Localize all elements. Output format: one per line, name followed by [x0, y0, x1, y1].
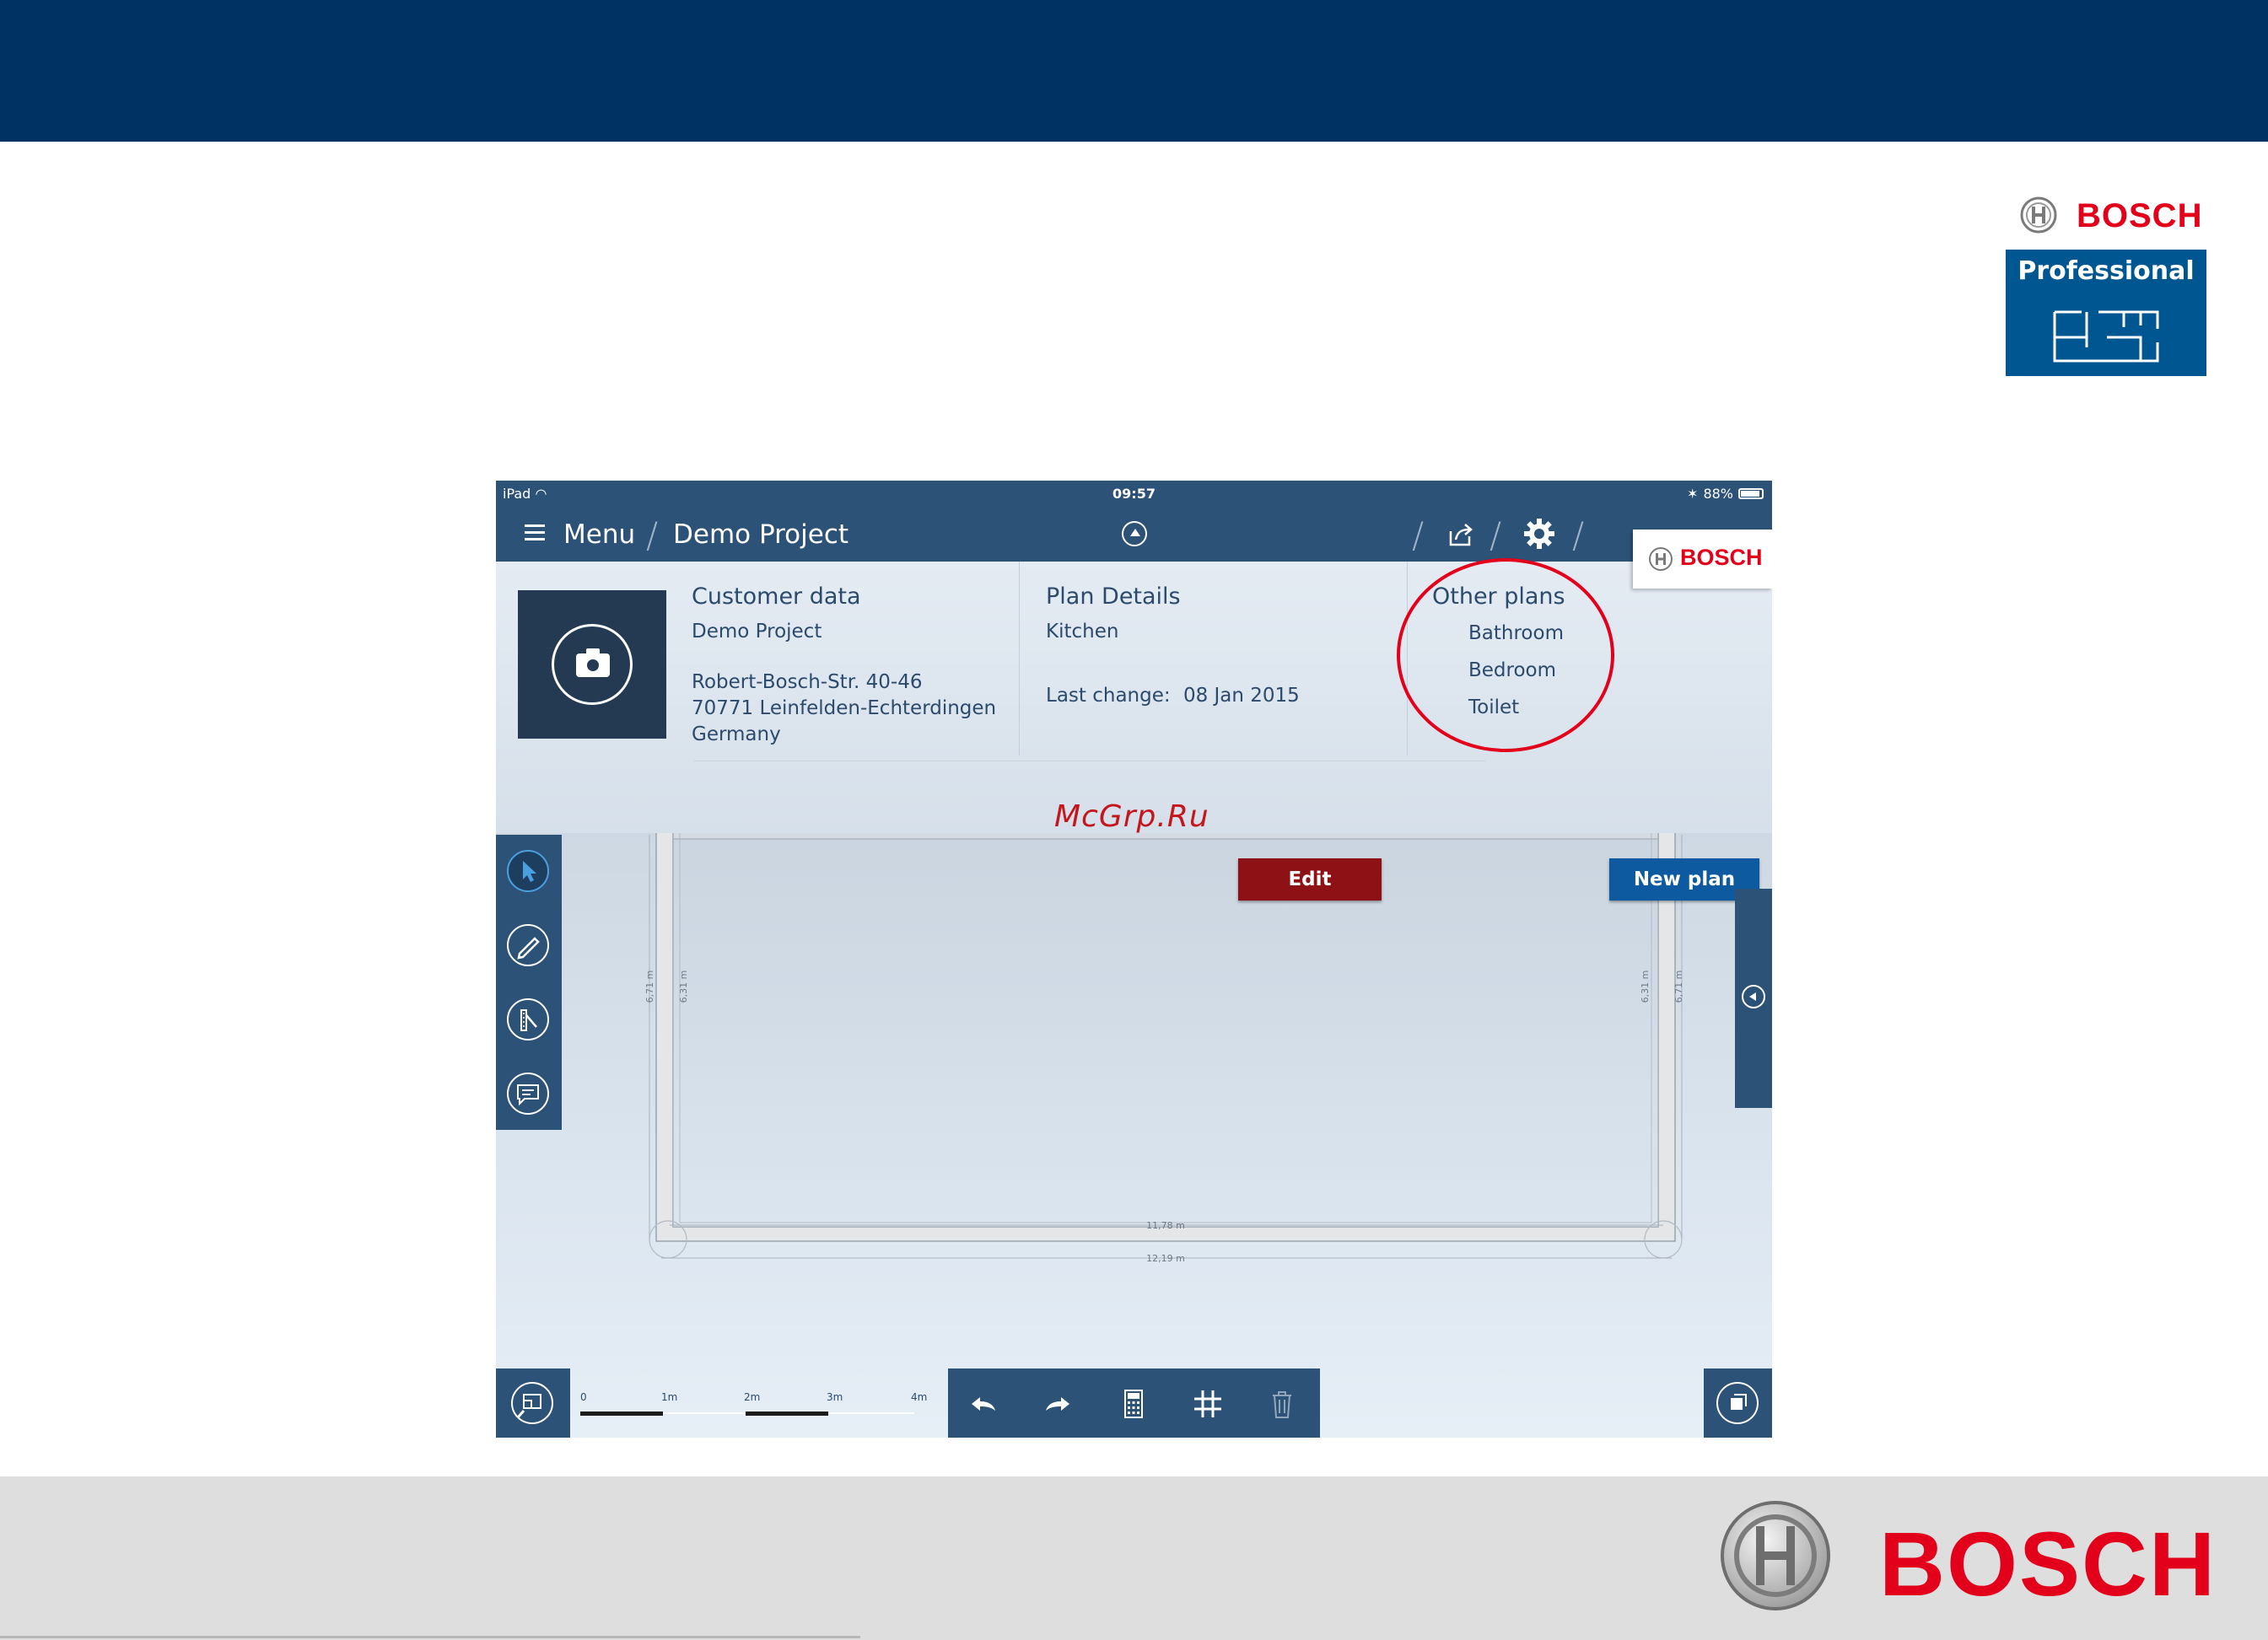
plan-details-title: Plan Details: [1046, 583, 1181, 610]
nav-divider-3: /: [1572, 514, 1585, 556]
status-time: 09:57: [1112, 486, 1156, 502]
scale-label-3m: 3m: [827, 1391, 843, 1403]
grid-icon[interactable]: [1189, 1385, 1226, 1422]
hamburger-menu-icon[interactable]: [525, 524, 545, 541]
panel-divider-1: [1019, 562, 1020, 755]
other-plans-highlight-circle: [1397, 558, 1614, 752]
last-change: Last change: 08 Jan 2015: [1046, 683, 1300, 709]
dim-bottom-inner: 11,78 m: [1146, 1220, 1185, 1231]
last-change-value: 08 Jan 2015: [1182, 685, 1300, 707]
brand-bottom-text: BOSCH: [1879, 1513, 2217, 1615]
customer-country: Germany: [692, 723, 781, 745]
redo-icon[interactable]: [1039, 1385, 1076, 1422]
app-screenshot: 6,71 m 6,31 m 6,31 m 6,71 m 11,78 m 12,1…: [496, 481, 1772, 1438]
breadcrumb-project[interactable]: Demo Project: [673, 519, 848, 550]
share-icon[interactable]: [1447, 521, 1474, 548]
nav-bar: Menu / Demo Project / / /: [496, 506, 1772, 562]
overview-button[interactable]: [496, 1368, 570, 1438]
undo-icon[interactable]: [965, 1385, 1002, 1422]
copy-layers-icon: [1716, 1382, 1759, 1424]
top-banner: [0, 0, 2268, 142]
breadcrumb-divider: /: [646, 514, 659, 556]
draw-tool-button[interactable]: [507, 924, 549, 966]
calculator-icon[interactable]: [1115, 1385, 1152, 1422]
plan-name: Kitchen: [1046, 621, 1119, 643]
bosch-tab-text: BOSCH: [1680, 545, 1763, 570]
customer-street: Robert-Bosch-Str. 40-46: [692, 671, 923, 693]
professional-badge: Professional: [2006, 250, 2206, 376]
status-right: ✶ 88%: [1687, 486, 1764, 502]
zoom-overview-icon: [511, 1382, 553, 1424]
bosch-armature-icon: [2020, 196, 2057, 234]
brand-top-text: BOSCH: [2077, 197, 2203, 234]
last-change-label: Last change:: [1046, 685, 1171, 707]
dim-right-outer: 6,71 m: [1673, 971, 1684, 1003]
measure-tool-button[interactable]: [507, 998, 549, 1040]
chevron-left-icon: [1742, 985, 1765, 1008]
comment-tool-button[interactable]: [507, 1073, 549, 1115]
ruler-icon: [520, 1009, 537, 1031]
bluetooth-icon: ✶: [1687, 486, 1699, 502]
menu-button[interactable]: Menu: [563, 519, 635, 550]
dim-bottom-outer: 12,19 m: [1146, 1253, 1185, 1264]
bosch-armature-icon: [1721, 1501, 1830, 1610]
trash-icon[interactable]: [1263, 1385, 1301, 1422]
scale-label-2m: 2m: [744, 1391, 761, 1403]
pointer-icon: [523, 861, 536, 882]
scale-segment-2: [746, 1411, 828, 1416]
comment-icon: [517, 1084, 539, 1106]
collapse-panel-icon[interactable]: [1122, 521, 1147, 546]
nav-divider-1: /: [1412, 514, 1425, 556]
scale-label-4m: 4m: [911, 1391, 928, 1403]
floorplan-icon: [2053, 310, 2159, 363]
left-toolbar: [496, 835, 562, 1130]
scale-bar: 0 1m 2m 3m 4m: [580, 1391, 935, 1433]
edit-button[interactable]: Edit: [1238, 858, 1382, 901]
dim-left-outer: 6,71 m: [644, 971, 655, 1003]
battery-percent: 88%: [1703, 486, 1733, 502]
customer-city: 70771 Leinfelden-Echterdingen: [692, 697, 997, 719]
slide: BOSCH Professional 6,71 m 6,31 m 6,31 m …: [0, 0, 2268, 1640]
bottom-line: [0, 1636, 860, 1638]
scale-label-1m: 1m: [661, 1391, 678, 1403]
bottom-toolbar: [948, 1368, 1320, 1438]
customer-data-title: Customer data: [692, 583, 861, 610]
pointer-tool-button[interactable]: [507, 850, 549, 892]
layers-button[interactable]: [1704, 1368, 1772, 1438]
bosch-tab: BOSCH: [1633, 530, 1772, 589]
pencil-icon: [517, 937, 540, 960]
customer-name: Demo Project: [692, 621, 822, 643]
right-panel-handle[interactable]: [1735, 889, 1772, 1108]
battery-icon: [1738, 488, 1764, 499]
gear-icon[interactable]: [1523, 518, 1555, 550]
dim-right-inner: 6,31 m: [1640, 971, 1651, 1003]
scale-label-0: 0: [580, 1391, 587, 1403]
status-bar: iPad ◠ 09:57 ✶ 88%: [496, 481, 1772, 506]
watermark-text: McGrp.Ru: [1054, 799, 1209, 834]
project-photo[interactable]: [518, 590, 666, 739]
bosch-logo-top: BOSCH: [2019, 196, 2201, 236]
bosch-logo-bottom: BOSCH: [1719, 1499, 2225, 1615]
bosch-armature-icon: [1649, 547, 1673, 571]
scale-segment-1: [580, 1411, 663, 1416]
nav-divider-2: /: [1490, 514, 1502, 556]
room-walls: [649, 825, 1683, 1259]
dim-left-inner: 6,31 m: [678, 971, 689, 1003]
camera-icon: [552, 624, 633, 705]
